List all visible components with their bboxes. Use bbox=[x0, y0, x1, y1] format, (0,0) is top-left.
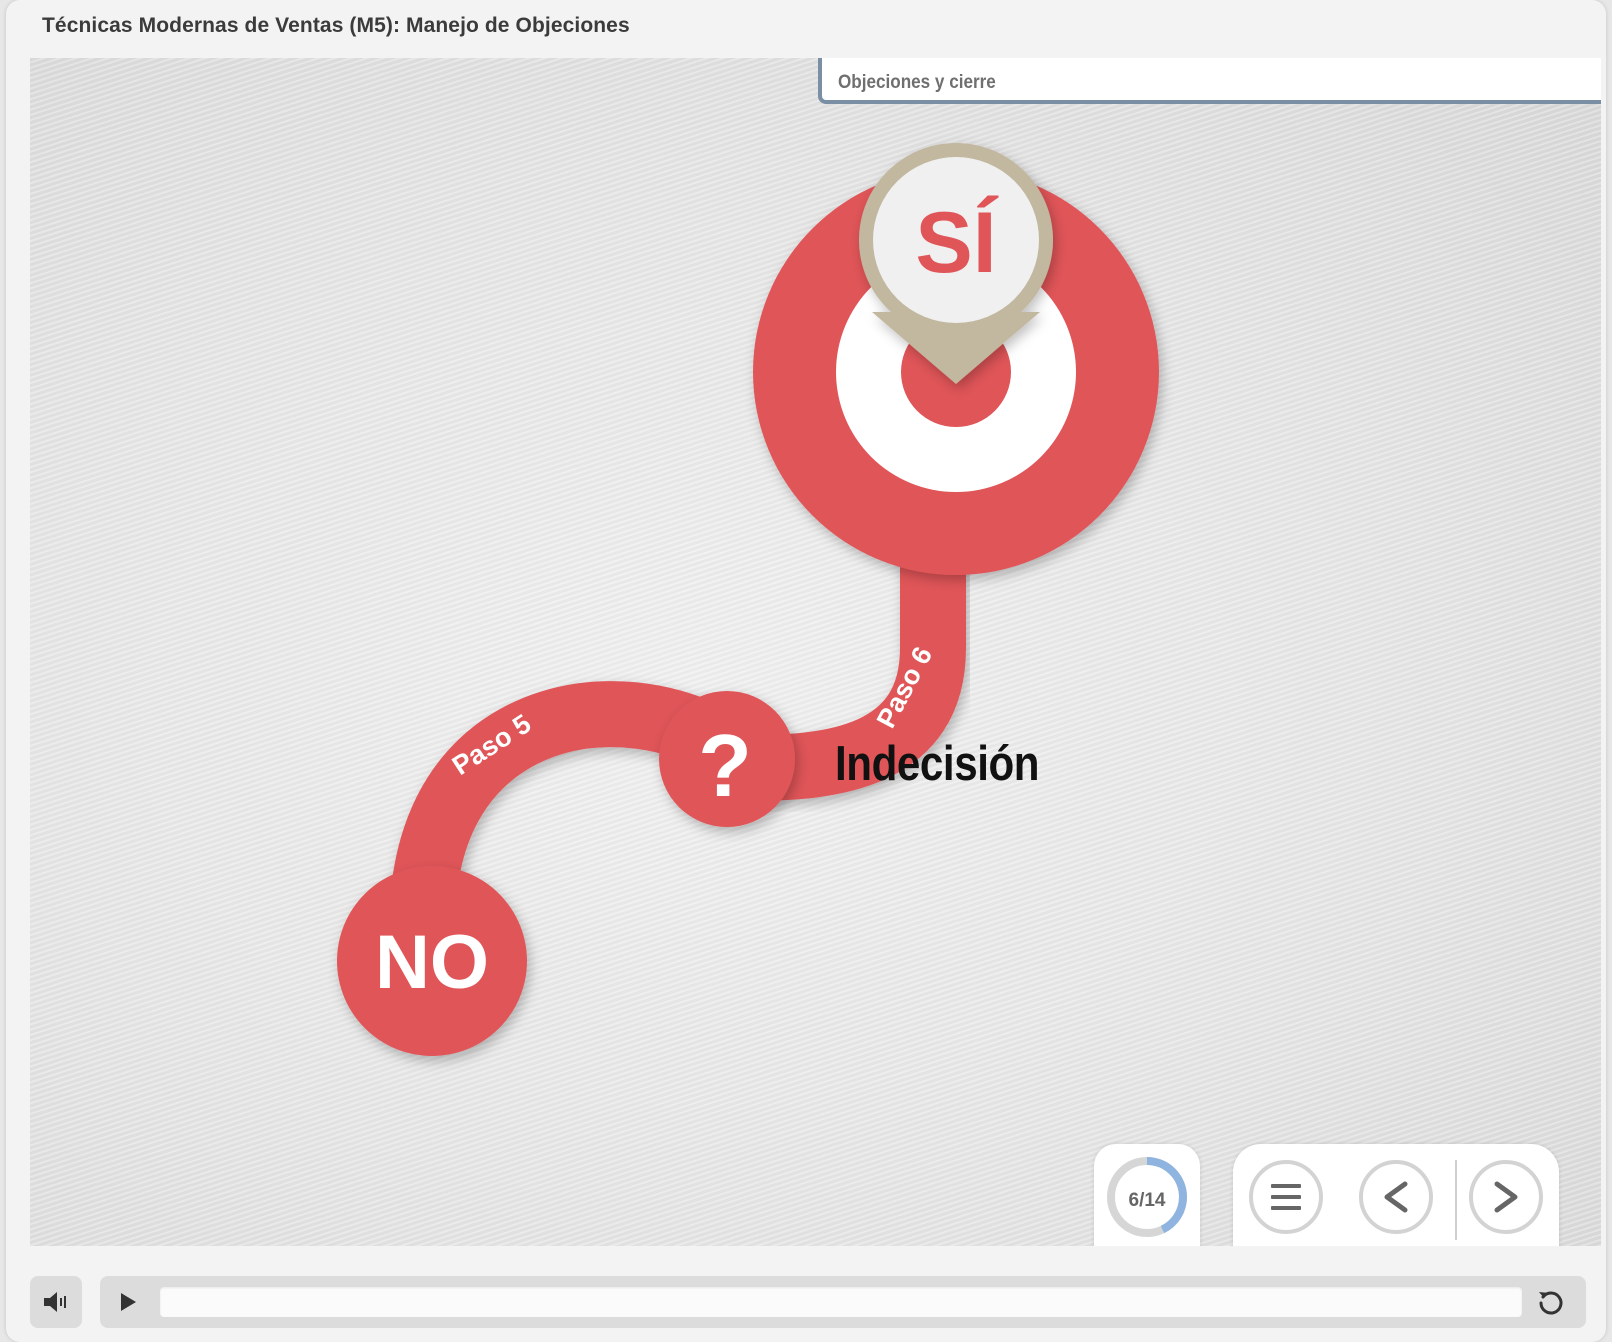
progress-indicator: 6/14 bbox=[1094, 1144, 1200, 1246]
sales-path-diagram: Paso 5 Paso 6 SÍ ? NO bbox=[337, 143, 1159, 1056]
hamburger-menu-icon bbox=[1271, 1184, 1301, 1210]
play-button[interactable] bbox=[114, 1288, 142, 1316]
chevron-right-icon bbox=[1494, 1181, 1518, 1213]
previous-button[interactable] bbox=[1359, 1160, 1433, 1234]
no-label: NO bbox=[375, 920, 489, 1005]
nav-divider bbox=[1455, 1160, 1457, 1240]
course-player-window: Técnicas Modernas de Ventas (M5): Manejo… bbox=[6, 0, 1606, 1342]
slide-stage: Objeciones y cierre Paso 5 Paso 6 SÍ ? N… bbox=[30, 58, 1601, 1246]
replay-icon bbox=[1539, 1291, 1563, 1315]
indecision-label: Indecisión bbox=[835, 737, 1040, 791]
speaker-icon bbox=[44, 1292, 66, 1312]
course-title: Técnicas Modernas de Ventas (M5): Manejo… bbox=[42, 14, 630, 37]
volume-button[interactable] bbox=[30, 1276, 82, 1328]
progress-text: 6/14 bbox=[1128, 1190, 1166, 1211]
menu-button[interactable] bbox=[1249, 1160, 1323, 1234]
media-player-bar bbox=[100, 1276, 1586, 1328]
chevron-left-icon bbox=[1384, 1181, 1408, 1213]
next-button[interactable] bbox=[1469, 1160, 1543, 1234]
question-mark: ? bbox=[698, 716, 752, 815]
replay-button[interactable] bbox=[1536, 1287, 1566, 1317]
navigation-controls bbox=[1233, 1144, 1559, 1246]
play-icon bbox=[121, 1293, 136, 1311]
yes-label: SÍ bbox=[915, 195, 998, 291]
seek-bar[interactable] bbox=[160, 1287, 1522, 1317]
